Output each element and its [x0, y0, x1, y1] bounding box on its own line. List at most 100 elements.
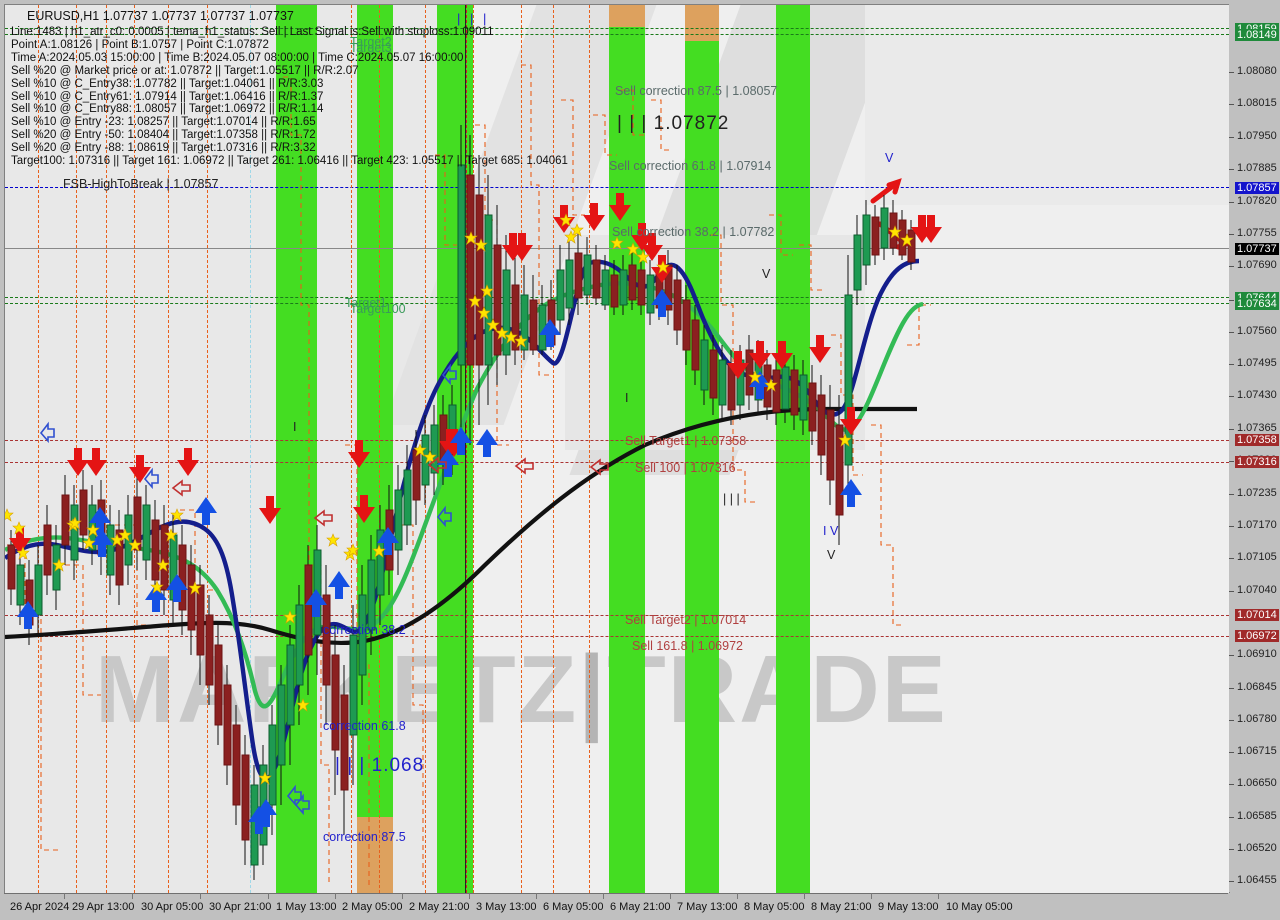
price-tick: [1229, 849, 1234, 850]
level-target1: [5, 297, 1229, 298]
vertical-guide: [425, 5, 426, 893]
price-tick: [1229, 526, 1234, 527]
time-tick: [536, 893, 537, 899]
vertical-guide: [473, 5, 474, 893]
level-sell-1618: [5, 636, 1229, 637]
correction-382: correction 38.2: [323, 623, 406, 637]
vertical-guide: [553, 5, 554, 893]
price-tick-label: 1.07235: [1237, 487, 1277, 499]
price-tick: [1229, 234, 1234, 235]
wave-mark-iv: I V: [823, 524, 839, 538]
vertical-guide: [521, 5, 522, 893]
time-axis-label: 7 May 13:00: [677, 901, 738, 913]
chart-header-line: Sell %10 @ C_Entry88: 1.08057 || Target:…: [11, 103, 324, 116]
level-last-price: [5, 248, 1229, 249]
price-tag-target2[interactable]: 1.08149: [1235, 29, 1279, 41]
bg-panel-3: [865, 5, 1229, 205]
sell-correction-618: Sell correction 61.8 | 1.07914: [609, 159, 772, 173]
price-tag-sell-target2[interactable]: 1.07014: [1235, 609, 1279, 621]
price-tick-label: 1.07950: [1237, 130, 1277, 142]
time-tick: [871, 893, 872, 899]
time-scale[interactable]: 26 Apr 2024 29 Apr 13:00 30 Apr 05:00 30 Ap…: [4, 893, 1280, 920]
time-axis-label: 30 Apr 21:00: [209, 901, 272, 913]
price-scale[interactable]: 1.08080 1.08015 1.07950 1.07885 1.07820 1.077…: [1229, 4, 1280, 892]
level-sell-100: [5, 462, 1229, 463]
price-tick: [1229, 591, 1234, 592]
chart-plot-area[interactable]: MARKETZ|TRADE: [4, 4, 1230, 894]
sell-target1: Sell Target1 | 1.07358: [625, 434, 747, 448]
level-target100: [5, 303, 1229, 304]
price-tag-sell-target1[interactable]: 1.07358: [1235, 434, 1279, 446]
price-tick-label: 1.06910: [1237, 648, 1277, 660]
time-axis-line: [4, 893, 1228, 894]
time-axis-label: 2 May 21:00: [409, 901, 470, 913]
wave-mark-v-mid: V: [762, 267, 771, 281]
price-tick: [1229, 494, 1234, 495]
chart-header-line: Target100: 1.07316 || Target 161: 1.0697…: [11, 155, 568, 167]
price-tick-label: 1.06455: [1237, 874, 1277, 886]
time-tick: [469, 893, 470, 899]
wave-mark-v-top: V: [885, 151, 894, 165]
level-sell-target2: [5, 615, 1229, 616]
price-tick: [1229, 688, 1234, 689]
price-tag-last[interactable]: 1.07737: [1235, 243, 1279, 255]
price-tick-label: 1.06780: [1237, 713, 1277, 725]
wave-ticks-top: | | |: [457, 11, 490, 26]
price-tick-label: 1.07755: [1237, 227, 1277, 239]
outline-buy-arrow-markers: [39, 363, 457, 816]
chart-header-line: Sell %10 @ C_Entry61: 1.07914 || Target:…: [11, 90, 324, 103]
session-band: [609, 5, 645, 893]
wave-mark-i-left: I: [293, 420, 297, 434]
price-tick: [1229, 300, 1234, 301]
session-band: [437, 5, 473, 893]
time-axis-label: 8 May 05:00: [744, 901, 805, 913]
price-tick-label: 1.07170: [1237, 519, 1277, 531]
chart-header-line: Sell %20 @ Entry -88: 1.08619 || Target:…: [11, 142, 316, 155]
watermark-separator: |: [578, 636, 608, 743]
sell-correction-875: Sell correction 87.5 | 1.08057: [615, 84, 778, 98]
time-axis-label: 2 May 05:00: [342, 901, 403, 913]
price-tag-target100-level[interactable]: 1.07634: [1235, 298, 1279, 310]
price-tick-label: 1.06520: [1237, 842, 1277, 854]
wave-price-b: | | | 1.068: [335, 755, 425, 776]
price-tag-sell-100[interactable]: 1.07316: [1235, 456, 1279, 468]
fsb-high-to-break: FSB-HighToBreak | 1.07857: [63, 177, 219, 191]
wave-mark-iii: | | |: [723, 492, 740, 506]
price-tag-fsb[interactable]: 1.07857: [1235, 182, 1279, 194]
time-axis-label: 6 May 21:00: [610, 901, 671, 913]
price-tick: [1229, 364, 1234, 365]
price-tick: [1229, 784, 1234, 785]
price-tick-label: 1.06650: [1237, 777, 1277, 789]
sell-target2: Sell Target2 | 1.07014: [625, 613, 747, 627]
time-tick: [737, 893, 738, 899]
correction-618: correction 61.8: [323, 719, 406, 733]
price-tick-label: 1.07040: [1237, 584, 1277, 596]
time-axis-label: 1 May 13:00: [276, 901, 337, 913]
price-tick-label: 1.07105: [1237, 551, 1277, 563]
price-tick: [1229, 817, 1234, 818]
price-tick: [1229, 752, 1234, 753]
price-tick-label: 1.07495: [1237, 357, 1277, 369]
time-axis-label: 30 Apr 05:00: [141, 901, 204, 913]
price-tick: [1229, 396, 1234, 397]
time-axis-label: 9 May 13:00: [878, 901, 939, 913]
price-tick: [1229, 137, 1234, 138]
time-tick: [938, 893, 939, 899]
chart-header-line: Sell %20 @ Market price or at: 1.07872 |…: [11, 64, 359, 77]
price-tick: [1229, 202, 1234, 203]
correction-875: correction 87.5: [323, 830, 406, 844]
time-tick: [670, 893, 671, 899]
chart-header-line: Sell %10 @ Entry -23: 1.08257 || Target:…: [11, 116, 316, 129]
price-tick-label: 1.06845: [1237, 681, 1277, 693]
time-axis-label: 6 May 05:00: [543, 901, 604, 913]
price-tick-label: 1.07885: [1237, 162, 1277, 174]
time-axis-label: 26 Apr 2024: [10, 901, 70, 913]
chart-header-line: Point A:1.08126 | Point B:1.0757 | Point…: [11, 38, 269, 51]
price-tick: [1229, 429, 1234, 430]
time-axis-label: 10 May 05:00: [946, 901, 1013, 913]
price-tick: [1229, 461, 1234, 462]
price-tick: [1229, 104, 1234, 105]
price-tick-label: 1.07560: [1237, 325, 1277, 337]
price-tick-label: 1.08015: [1237, 97, 1277, 109]
price-tag-sell-1618[interactable]: 1.06972: [1235, 630, 1279, 642]
